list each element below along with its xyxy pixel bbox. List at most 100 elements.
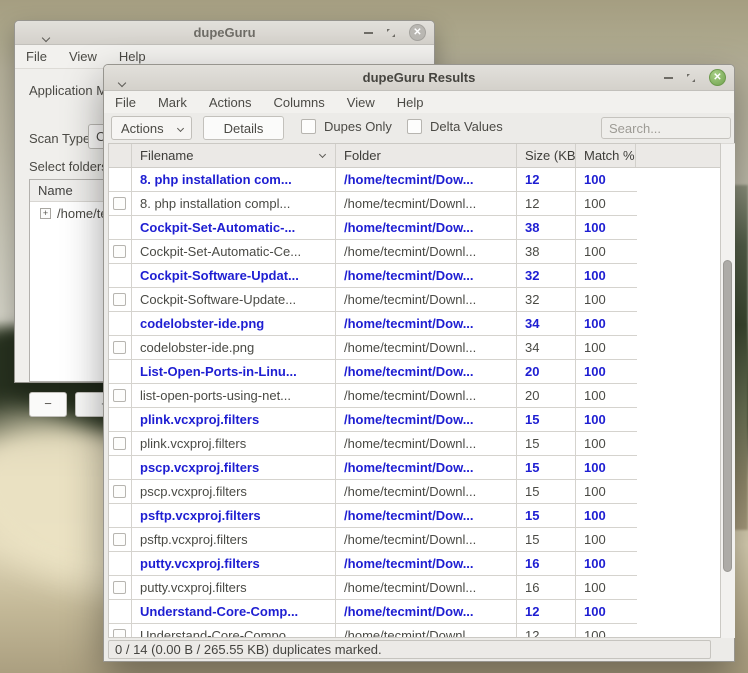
mark-checkbox[interactable] <box>113 485 126 498</box>
mark-cell <box>109 240 132 263</box>
table-row[interactable]: putty.vcxproj.filters /home/tecmint/Dow.… <box>109 552 637 576</box>
match-cell: 100 <box>576 528 636 551</box>
table-row[interactable]: pscp.vcxproj.filters /home/tecmint/Downl… <box>109 480 637 504</box>
table-row[interactable]: plink.vcxproj.filters /home/tecmint/Down… <box>109 432 637 456</box>
minimize-icon[interactable] <box>364 32 373 34</box>
size-cell: 38 <box>517 240 576 263</box>
match-cell: 100 <box>576 576 636 599</box>
table-row[interactable]: list-open-ports-using-net... /home/tecmi… <box>109 384 637 408</box>
menu-view[interactable]: View <box>336 95 386 110</box>
match-cell: 100 <box>576 600 636 623</box>
dupes-only-label: Dupes Only <box>324 119 392 134</box>
table-body: 8. php installation com... /home/tecmint… <box>109 168 720 638</box>
table-row[interactable]: codelobster-ide.png /home/tecmint/Dow...… <box>109 312 637 336</box>
dupeguru-titlebar[interactable]: dupeGuru ✕ <box>15 21 434 45</box>
table-row[interactable]: plink.vcxproj.filters /home/tecmint/Dow.… <box>109 408 637 432</box>
header-size[interactable]: Size (KB) <box>517 144 576 167</box>
select-folders-label: Select folders <box>29 159 108 174</box>
menu-file[interactable]: File <box>15 49 58 64</box>
dupes-only-checkbox[interactable] <box>301 119 316 134</box>
table-row[interactable]: Cockpit-Set-Automatic-... /home/tecmint/… <box>109 216 637 240</box>
table-row[interactable]: List-Open-Ports-in-Linu... /home/tecmint… <box>109 360 637 384</box>
mark-cell <box>109 504 132 527</box>
header-filename[interactable]: Filename <box>132 144 336 167</box>
table-row[interactable]: putty.vcxproj.filters /home/tecmint/Down… <box>109 576 637 600</box>
match-cell: 100 <box>576 336 636 359</box>
mark-checkbox[interactable] <box>113 293 126 306</box>
minimize-icon[interactable] <box>664 77 673 79</box>
folder-cell: /home/tecmint/Downl... <box>336 624 517 638</box>
close-icon[interactable]: ✕ <box>709 69 726 86</box>
mark-checkbox[interactable] <box>113 533 126 546</box>
results-titlebar[interactable]: dupeGuru Results ✕ <box>104 65 734 91</box>
size-cell: 20 <box>517 384 576 407</box>
menu-file[interactable]: File <box>104 95 147 110</box>
mark-checkbox[interactable] <box>113 629 126 638</box>
table-row[interactable]: pscp.vcxproj.filters /home/tecmint/Dow..… <box>109 456 637 480</box>
header-match[interactable]: Match % <box>576 144 636 167</box>
scan-type-label: Scan Type: <box>29 131 94 146</box>
mark-cell <box>109 432 132 455</box>
size-cell: 20 <box>517 360 576 383</box>
mark-cell <box>109 624 132 638</box>
mark-checkbox[interactable] <box>113 389 126 402</box>
results-table: Filename Folder Size (KB) Match % 8. php… <box>108 143 721 638</box>
scrollbar-thumb[interactable] <box>723 260 732 572</box>
mark-cell <box>109 480 132 503</box>
remove-folder-button[interactable]: − <box>29 392 67 417</box>
maximize-icon[interactable] <box>686 73 696 83</box>
mark-cell <box>109 192 132 215</box>
size-cell: 15 <box>517 432 576 455</box>
size-cell: 32 <box>517 264 576 287</box>
mark-checkbox[interactable] <box>113 341 126 354</box>
expander-icon[interactable]: + <box>40 208 51 219</box>
filename-cell: pscp.vcxproj.filters <box>132 456 336 479</box>
header-mark-column[interactable] <box>109 144 132 167</box>
sort-descending-icon <box>319 151 326 158</box>
match-cell: 100 <box>576 312 636 335</box>
table-row[interactable]: Cockpit-Software-Updat... /home/tecmint/… <box>109 264 637 288</box>
match-cell: 100 <box>576 480 636 503</box>
table-row[interactable]: psftp.vcxproj.filters /home/tecmint/Dow.… <box>109 504 637 528</box>
actions-dropdown[interactable]: Actions <box>111 116 192 140</box>
filename-cell: 8. php installation compl... <box>132 192 336 215</box>
size-cell: 12 <box>517 624 576 638</box>
delta-values-checkbox[interactable] <box>407 119 422 134</box>
search-input[interactable] <box>601 117 731 139</box>
table-row[interactable]: psftp.vcxproj.filters /home/tecmint/Down… <box>109 528 637 552</box>
menu-columns[interactable]: Columns <box>262 95 335 110</box>
filename-cell: Cockpit-Software-Updat... <box>132 264 336 287</box>
folder-cell: /home/tecmint/Dow... <box>336 600 517 623</box>
table-row[interactable]: 8. php installation com... /home/tecmint… <box>109 168 637 192</box>
mark-checkbox[interactable] <box>113 197 126 210</box>
folder-cell: /home/tecmint/Dow... <box>336 264 517 287</box>
filename-cell: pscp.vcxproj.filters <box>132 480 336 503</box>
filename-cell: Understand-Core-Comp... <box>132 600 336 623</box>
menu-help[interactable]: Help <box>386 95 435 110</box>
maximize-icon[interactable] <box>386 28 396 38</box>
folder-cell: /home/tecmint/Downl... <box>336 528 517 551</box>
table-row[interactable]: Cockpit-Set-Automatic-Ce... /home/tecmin… <box>109 240 637 264</box>
mark-checkbox[interactable] <box>113 245 126 258</box>
match-cell: 100 <box>576 216 636 239</box>
vertical-scrollbar[interactable] <box>721 143 735 638</box>
folder-cell: /home/tecmint/Downl... <box>336 384 517 407</box>
table-row[interactable]: Cockpit-Software-Update... /home/tecmint… <box>109 288 637 312</box>
header-folder[interactable]: Folder <box>336 144 517 167</box>
table-row[interactable]: Understand-Core-Comp... /home/tecmint/Do… <box>109 600 637 624</box>
table-row[interactable]: Understand-Core-Compo... /home/tecmint/D… <box>109 624 637 638</box>
details-button[interactable]: Details <box>203 116 284 140</box>
table-row[interactable]: 8. php installation compl... /home/tecmi… <box>109 192 637 216</box>
filename-cell: Cockpit-Set-Automatic-Ce... <box>132 240 336 263</box>
status-text: 0 / 14 (0.00 B / 265.55 KB) duplicates m… <box>108 640 711 659</box>
mark-checkbox[interactable] <box>113 437 126 450</box>
table-row[interactable]: codelobster-ide.png /home/tecmint/Downl.… <box>109 336 637 360</box>
close-icon[interactable]: ✕ <box>409 24 426 41</box>
menu-help[interactable]: Help <box>108 49 157 64</box>
menu-actions[interactable]: Actions <box>198 95 263 110</box>
menu-mark[interactable]: Mark <box>147 95 198 110</box>
menu-view[interactable]: View <box>58 49 108 64</box>
folder-cell: /home/tecmint/Downl... <box>336 240 517 263</box>
mark-checkbox[interactable] <box>113 581 126 594</box>
folder-cell: /home/tecmint/Dow... <box>336 360 517 383</box>
